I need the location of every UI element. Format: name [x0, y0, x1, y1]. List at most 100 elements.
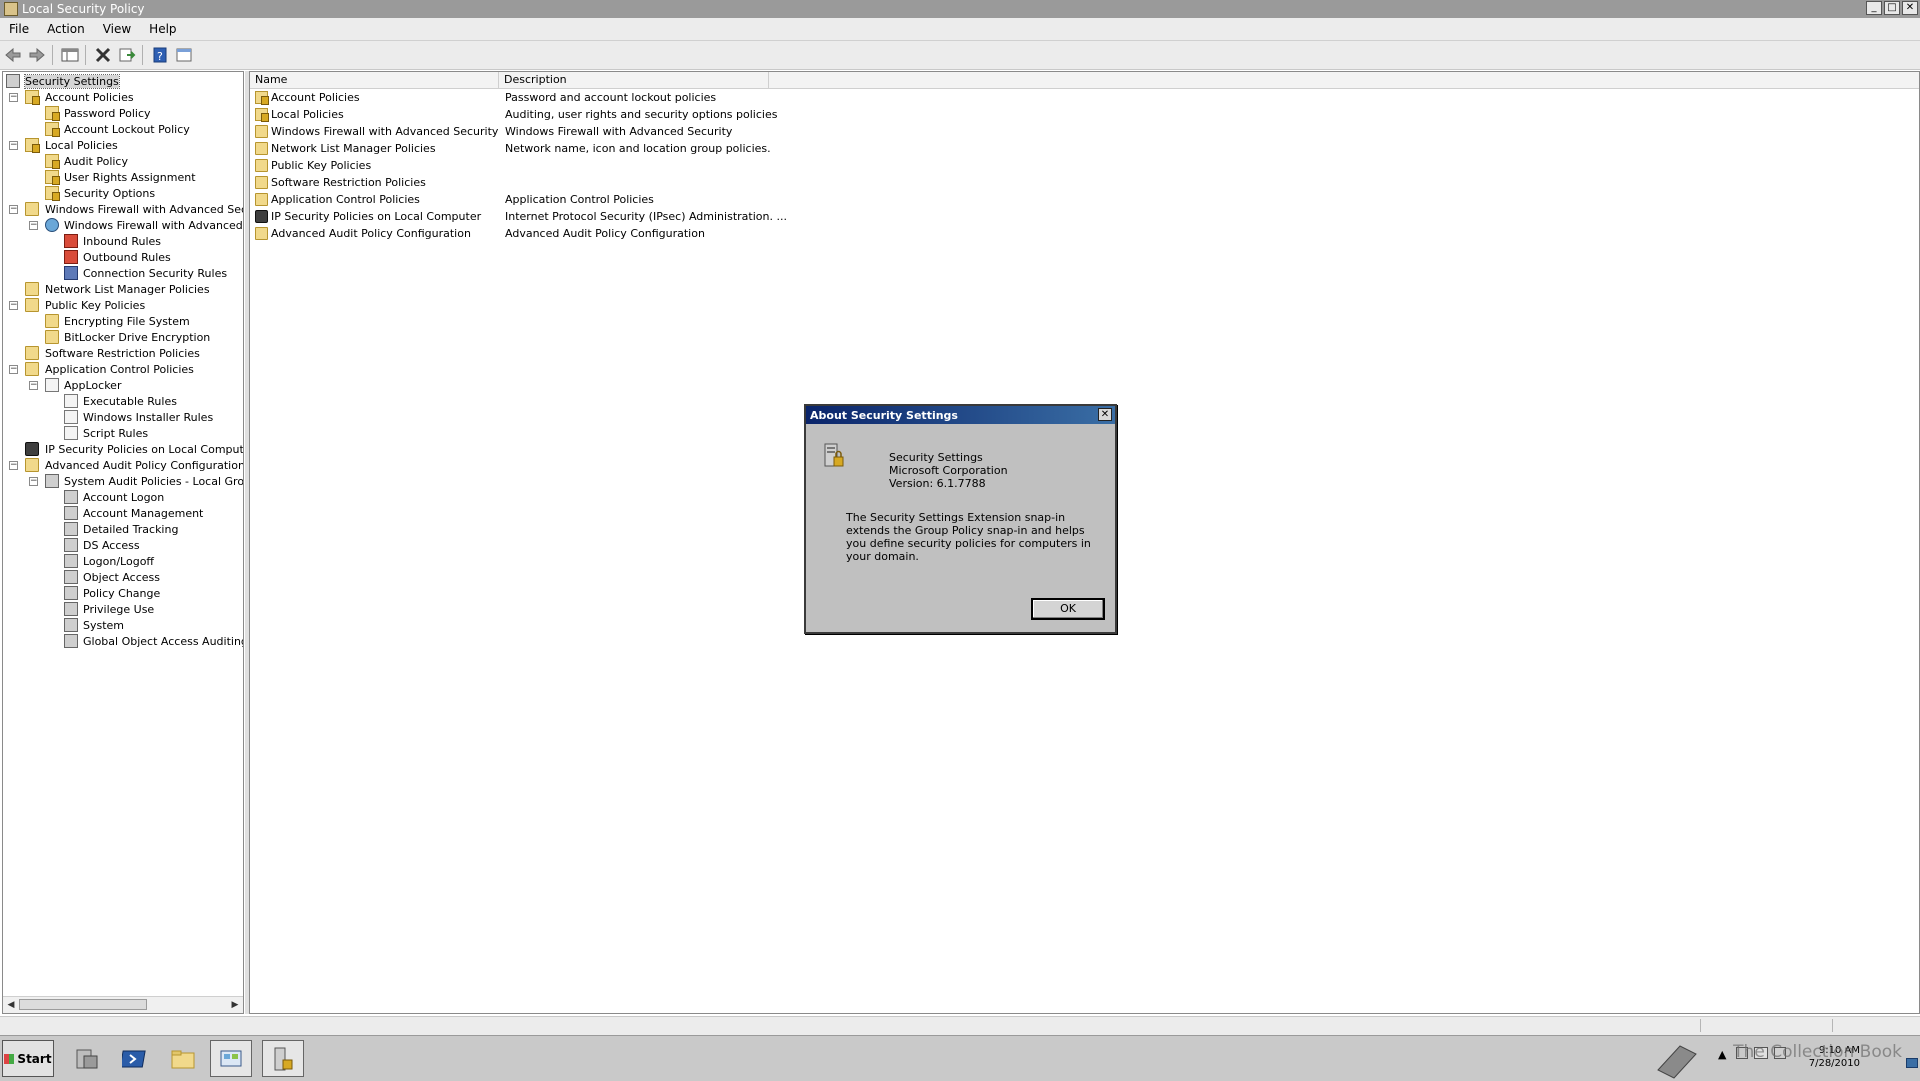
- tree-item-applocker[interactable]: − AppLocker: [3, 377, 243, 393]
- tree-item-account-policies[interactable]: − Account Policies: [3, 89, 243, 105]
- taskbar-server-manager[interactable]: [66, 1040, 108, 1077]
- tree-item-windows-firewall[interactable]: − Windows Firewall with Advanced Securit…: [3, 201, 243, 217]
- tree-item-script-rules[interactable]: Script Rules: [3, 425, 243, 441]
- collapse-icon[interactable]: −: [29, 220, 38, 230]
- tree-item-public-key-policies[interactable]: − Public Key Policies: [3, 297, 243, 313]
- tree-item-windows-installer-rules[interactable]: Windows Installer Rules: [3, 409, 243, 425]
- menu-bar: File Action View Help: [0, 18, 1920, 41]
- properties-button[interactable]: [173, 44, 195, 66]
- folder-icon: [255, 193, 268, 206]
- collapse-icon[interactable]: −: [9, 92, 18, 102]
- close-button[interactable]: ✕: [1902, 1, 1918, 15]
- tree-item-connection-security-rules[interactable]: Connection Security Rules: [3, 265, 243, 281]
- svg-text:?: ?: [157, 50, 163, 63]
- ok-button[interactable]: OK: [1031, 598, 1105, 620]
- tree-item-policy-change[interactable]: Policy Change: [3, 585, 243, 601]
- tree-horizontal-scrollbar[interactable]: ◀ ▶: [3, 996, 243, 1013]
- help-button[interactable]: ?: [149, 44, 171, 66]
- toolbar-separator: [142, 45, 143, 65]
- menu-file[interactable]: File: [0, 22, 38, 36]
- tree-item-label: Account Policies: [45, 90, 134, 104]
- start-button[interactable]: Start: [2, 1040, 54, 1077]
- column-header-name[interactable]: Name: [250, 72, 499, 88]
- list-item[interactable]: Public Key Policies: [250, 157, 1919, 174]
- collapse-icon[interactable]: −: [9, 204, 18, 214]
- policy-folder-icon: [255, 91, 269, 105]
- tree-item-audit-policy[interactable]: Audit Policy: [3, 153, 243, 169]
- tree-item-encrypting-file-system[interactable]: Encrypting File System: [3, 313, 243, 329]
- tree-item-windows-firewall-local[interactable]: − Windows Firewall with Advanced Secu: [3, 217, 243, 233]
- tree-item-system[interactable]: System: [3, 617, 243, 633]
- tree-item-password-policy[interactable]: Password Policy: [3, 105, 243, 121]
- list-item[interactable]: Local Policies Auditing, user rights and…: [250, 106, 1919, 123]
- tree-item-account-lockout-policy[interactable]: Account Lockout Policy: [3, 121, 243, 137]
- tree-item-application-control[interactable]: − Application Control Policies: [3, 361, 243, 377]
- menu-action[interactable]: Action: [38, 22, 94, 36]
- scroll-left-arrow-icon[interactable]: ◀: [4, 998, 18, 1012]
- taskbar-local-security-policy[interactable]: [262, 1040, 304, 1077]
- dialog-close-button[interactable]: ✕: [1098, 408, 1112, 421]
- tree-item-security-options[interactable]: Security Options: [3, 185, 243, 201]
- list-item-name: Account Policies: [271, 91, 360, 104]
- tree-item-account-logon[interactable]: Account Logon: [3, 489, 243, 505]
- tree-item-executable-rules[interactable]: Executable Rules: [3, 393, 243, 409]
- tree-item-local-policies[interactable]: − Local Policies: [3, 137, 243, 153]
- tree-item-security-settings[interactable]: Security Settings: [3, 73, 243, 89]
- menu-help[interactable]: Help: [140, 22, 185, 36]
- tree-item-label: Windows Firewall with Advanced Secu: [64, 218, 243, 232]
- taskbar-control-panel[interactable]: [210, 1040, 252, 1077]
- tree-item-outbound-rules[interactable]: Outbound Rules: [3, 249, 243, 265]
- tree-item-software-restriction[interactable]: Software Restriction Policies: [3, 345, 243, 361]
- collapse-icon[interactable]: −: [9, 364, 18, 374]
- tree-item-ip-security[interactable]: IP Security Policies on Local Computer: [3, 441, 243, 457]
- list-item[interactable]: Account Policies Password and account lo…: [250, 89, 1919, 106]
- tree-item-label: Privilege Use: [83, 602, 155, 616]
- export-list-button[interactable]: [116, 44, 138, 66]
- tree-item-bitlocker[interactable]: BitLocker Drive Encryption: [3, 329, 243, 345]
- delete-button[interactable]: [92, 44, 114, 66]
- dialog-version: Version: 6.1.7788: [889, 477, 986, 490]
- tree-item-privilege-use[interactable]: Privilege Use: [3, 601, 243, 617]
- ipsec-icon: [255, 210, 268, 223]
- tree-item-advanced-audit[interactable]: − Advanced Audit Policy Configuration: [3, 457, 243, 473]
- tree-item-ds-access[interactable]: DS Access: [3, 537, 243, 553]
- show-hidden-icons-icon[interactable]: ▲: [1718, 1048, 1726, 1061]
- tree-item-label: Network List Manager Policies: [45, 282, 210, 296]
- list-item[interactable]: Advanced Audit Policy Configuration Adva…: [250, 225, 1919, 242]
- policy-folder-icon: [45, 106, 60, 121]
- minimize-button[interactable]: _: [1866, 1, 1882, 15]
- tree-item-object-access[interactable]: Object Access: [3, 569, 243, 585]
- column-header-description[interactable]: Description: [499, 72, 769, 88]
- list-item[interactable]: Software Restriction Policies: [250, 174, 1919, 191]
- scrollbar-thumb[interactable]: [19, 999, 147, 1010]
- list-item[interactable]: Application Control Policies Application…: [250, 191, 1919, 208]
- collapse-icon[interactable]: −: [9, 460, 18, 470]
- tree-item-logon-logoff[interactable]: Logon/Logoff: [3, 553, 243, 569]
- forward-button[interactable]: [26, 44, 48, 66]
- tree-item-user-rights-assignment[interactable]: User Rights Assignment: [3, 169, 243, 185]
- toolbar-separator: [52, 45, 53, 65]
- collapse-icon[interactable]: −: [29, 476, 38, 486]
- taskbar-explorer[interactable]: [162, 1040, 204, 1077]
- collapse-icon[interactable]: −: [9, 140, 18, 150]
- tree-item-system-audit-policies[interactable]: − System Audit Policies - Local Group Po: [3, 473, 243, 489]
- list-item[interactable]: Windows Firewall with Advanced Security …: [250, 123, 1919, 140]
- back-button[interactable]: [2, 44, 24, 66]
- collapse-icon[interactable]: −: [9, 300, 18, 310]
- list-item[interactable]: Network List Manager Policies Network na…: [250, 140, 1919, 157]
- tree-item-account-management[interactable]: Account Management: [3, 505, 243, 521]
- collapse-icon[interactable]: −: [29, 380, 38, 390]
- tree-item-network-list-manager[interactable]: Network List Manager Policies: [3, 281, 243, 297]
- tree-item-detailed-tracking[interactable]: Detailed Tracking: [3, 521, 243, 537]
- list-item[interactable]: IP Security Policies on Local Computer I…: [250, 208, 1919, 225]
- show-desktop-icon[interactable]: [1906, 1058, 1918, 1068]
- taskbar-powershell[interactable]: [114, 1040, 156, 1077]
- menu-view[interactable]: View: [94, 22, 140, 36]
- tree-item-inbound-rules[interactable]: Inbound Rules: [3, 233, 243, 249]
- tree-item-global-object-access[interactable]: Global Object Access Auditing: [3, 633, 243, 649]
- show-hide-tree-button[interactable]: [59, 44, 81, 66]
- scroll-right-arrow-icon[interactable]: ▶: [228, 998, 242, 1012]
- maximize-button[interactable]: □: [1884, 1, 1900, 15]
- audit-category-icon: [64, 538, 78, 552]
- notification-area: ▲ 9:10 AM 7/28/2010 The Collection Book: [1657, 1036, 1920, 1081]
